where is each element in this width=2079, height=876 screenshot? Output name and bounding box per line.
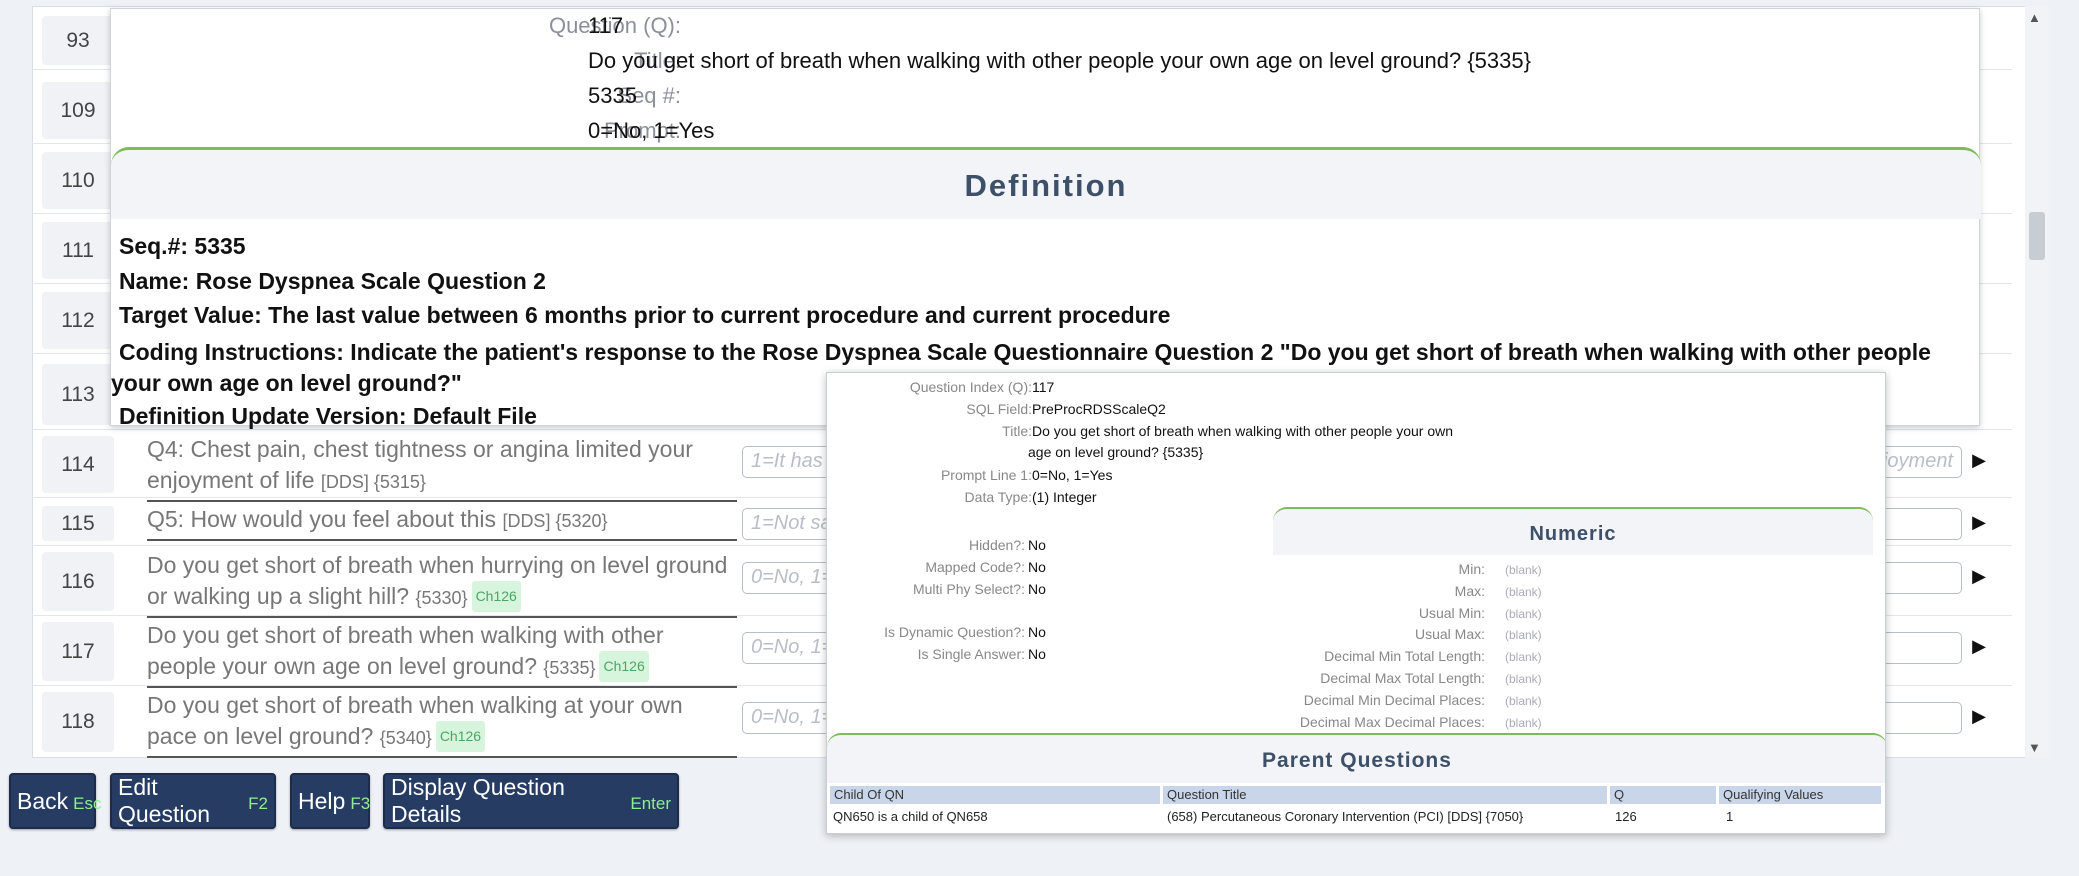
- numeric-value: (blank): [1505, 585, 1542, 599]
- question-index-label: Question Index (Q):: [909, 379, 1032, 395]
- scroll-up-icon[interactable]: ▲: [2028, 10, 2041, 25]
- multi-phy-select-label: Multi Phy Select?:: [912, 581, 1025, 597]
- numeric-value: (blank): [1505, 628, 1542, 642]
- title-label: Title:: [1002, 423, 1032, 439]
- prompt-line-value: 0=No, 1=Yes: [1032, 467, 1113, 483]
- numeric-label: Usual Min:: [1418, 605, 1485, 621]
- is-single-answer-value: No: [1028, 646, 1046, 662]
- definition-update: Definition Update Version: Default File: [119, 403, 537, 429]
- numeric-label: Decimal Min Total Length:: [1324, 648, 1485, 664]
- question-details-popup: Question Index (Q): 117 SQL Field: PreProc…: [826, 372, 1886, 834]
- row-number: 115: [42, 506, 114, 541]
- data-type-value: (1) Integer: [1032, 489, 1097, 505]
- numeric-value: (blank): [1505, 607, 1542, 621]
- question-index-value: 117: [1032, 379, 1055, 395]
- sql-field-label: SQL Field:: [966, 401, 1032, 417]
- help-button[interactable]: Help F3: [290, 773, 370, 829]
- is-dynamic-value: No: [1028, 624, 1046, 640]
- parent-cell-qualifying: 1: [1726, 809, 1734, 824]
- question-text[interactable]: Do you get short of breath when walking …: [147, 690, 737, 758]
- chapter-badge: Ch126: [599, 651, 649, 682]
- seq-value: 5335: [588, 83, 637, 108]
- title-value-line2: age on level ground? {5335}: [1028, 444, 1204, 460]
- row-number: 111: [42, 222, 114, 279]
- edit-question-button[interactable]: Edit Question F2: [110, 773, 276, 829]
- hidden-value: No: [1028, 537, 1046, 553]
- mapped-code-label: Mapped Code?:: [925, 559, 1025, 575]
- row-number: 109: [42, 82, 114, 139]
- chapter-badge: Ch126: [435, 721, 486, 752]
- numeric-panel: Numeric Min: (blank) Max: (blank) Usual Mi…: [1273, 507, 1873, 733]
- numeric-label: Max:: [1454, 583, 1485, 599]
- column-header-question-title: Question Title: [1163, 786, 1607, 804]
- numeric-label: Decimal Max Total Length:: [1320, 670, 1485, 686]
- question-text[interactable]: Q5: How would you feel about this [DDS] …: [147, 504, 737, 541]
- arrow-right-icon[interactable]: ▶: [1968, 706, 1990, 727]
- parent-cell-q: 126: [1615, 809, 1637, 824]
- row-number: 114: [42, 436, 114, 493]
- column-header-qualifying-values: Qualifying Values: [1719, 786, 1881, 804]
- data-type-label: Data Type:: [964, 489, 1032, 505]
- arrow-right-icon[interactable]: ▶: [1968, 512, 1990, 533]
- question-popup: Question (Q): 117 Title: Do you get shor…: [110, 8, 1981, 429]
- prompt-line-label: Prompt Line 1:: [940, 467, 1032, 483]
- question-text[interactable]: Do you get short of breath when hurrying…: [147, 550, 737, 618]
- is-single-answer-label: Is Single Answer:: [917, 646, 1025, 662]
- title-value-line1: Do you get short of breath when walking …: [1032, 423, 1454, 439]
- row-number: 112: [42, 292, 114, 349]
- definition-name: Name: Rose Dyspnea Scale Question 2: [119, 268, 546, 294]
- row-number: 116: [42, 552, 114, 611]
- row-number: 117: [42, 622, 114, 681]
- question-text[interactable]: Q4: Chest pain, chest tightness or angin…: [147, 434, 737, 502]
- back-button[interactable]: Back Esc: [9, 773, 101, 829]
- sql-field-value: PreProcRDSScaleQ2: [1032, 401, 1166, 417]
- multi-phy-select-value: No: [1028, 581, 1046, 597]
- definition-header: Definition: [111, 147, 1981, 219]
- numeric-value: (blank): [1505, 716, 1542, 730]
- arrow-right-icon[interactable]: ▶: [1968, 450, 1990, 471]
- numeric-label: Usual Max:: [1414, 626, 1485, 642]
- hidden-label: Hidden?:: [968, 537, 1025, 553]
- row-number: 93: [42, 16, 114, 65]
- numeric-value: (blank): [1505, 563, 1542, 577]
- numeric-label: Min:: [1458, 561, 1485, 577]
- definition-seq: Seq.#: 5335: [119, 233, 246, 259]
- column-header-q: Q: [1610, 786, 1716, 804]
- row-number: 113: [42, 364, 114, 425]
- display-question-details-button[interactable]: Display Question Details Enter: [383, 773, 679, 829]
- numeric-label: Decimal Max Decimal Places:: [1299, 714, 1485, 730]
- row-number: 118: [42, 692, 114, 752]
- title-value: Do you get short of breath when walking …: [588, 48, 1531, 73]
- definition-target: Target Value: The last value between 6 m…: [119, 302, 1171, 328]
- question-text[interactable]: Do you get short of breath when walking …: [147, 620, 737, 688]
- numeric-value: (blank): [1505, 672, 1542, 686]
- numeric-value: (blank): [1505, 694, 1542, 708]
- row-number: 110: [42, 152, 114, 209]
- chapter-badge: Ch126: [471, 581, 521, 612]
- numeric-header: Numeric: [1273, 507, 1873, 555]
- parent-cell-child-of: QN650 is a child of QN658: [833, 809, 988, 824]
- parent-cell-title: (658) Percutaneous Coronary Intervention…: [1167, 809, 1524, 824]
- parent-questions-header: Parent Questions: [827, 733, 1885, 783]
- column-header-child-of: Child Of QN: [830, 786, 1160, 804]
- scrollbar-thumb[interactable]: [2029, 212, 2045, 260]
- is-dynamic-label: Is Dynamic Question?:: [884, 624, 1025, 640]
- numeric-label: Decimal Min Decimal Places:: [1303, 692, 1485, 708]
- scrollbar[interactable]: [2025, 6, 2049, 758]
- prompt-value: 0=No, 1=Yes: [588, 118, 715, 143]
- question-value: 117: [588, 13, 624, 38]
- scroll-down-icon[interactable]: ▼: [2028, 740, 2041, 755]
- arrow-right-icon[interactable]: ▶: [1968, 566, 1990, 587]
- numeric-value: (blank): [1505, 650, 1542, 664]
- mapped-code-value: No: [1028, 559, 1046, 575]
- arrow-right-icon[interactable]: ▶: [1968, 636, 1990, 657]
